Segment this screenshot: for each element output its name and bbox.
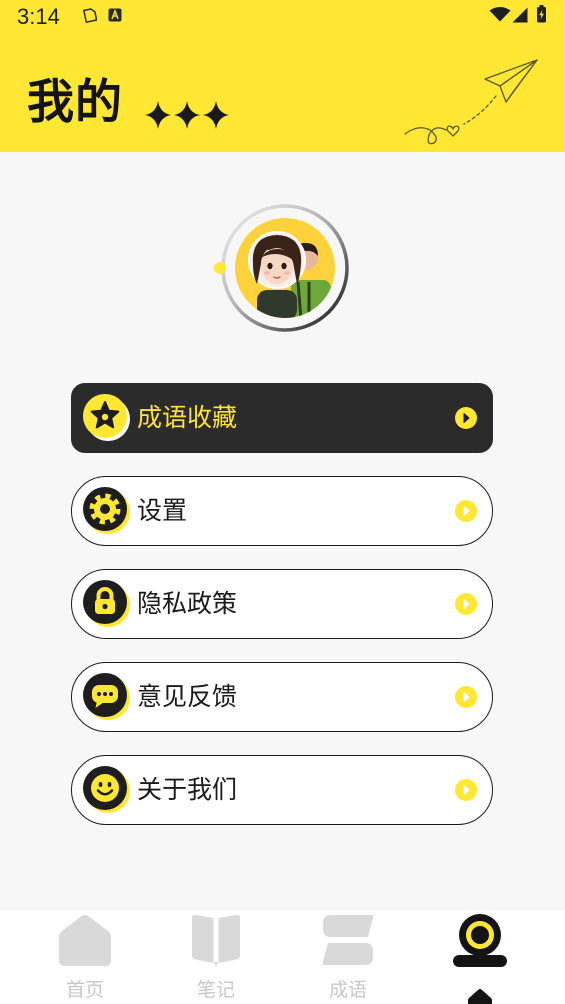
sparkle-icon [203,101,229,129]
menu-item-feedback[interactable]: 意见反馈 [71,662,493,732]
avatar[interactable] [205,198,355,338]
menu-item-label: 成语收藏 [137,403,238,432]
menu-item-label: 隐私政策 [137,589,238,618]
idiom-icon [322,915,374,965]
menu-item-label: 关于我们 [137,775,238,804]
tab-label: 成语 [328,979,367,1001]
signal-icon [512,7,528,23]
active-tab-indicator [468,989,492,1004]
tab-home[interactable]: 首页 [40,910,130,1004]
header: 3:14 我的 [0,0,565,152]
tab-label: 笔记 [196,979,235,1001]
profile-tab-icon [453,914,507,967]
chevron-right-icon [455,686,477,708]
avatar-image [214,204,349,332]
chevron-right-icon [455,593,477,615]
menu-item-favorites[interactable]: 成语收藏 [71,383,493,453]
tab-notes[interactable]: 笔记 [171,910,261,1004]
menu-item-privacy[interactable]: 隐私政策 [71,569,493,639]
lock-icon [83,580,130,627]
home-icon [59,915,111,966]
menu-item-settings[interactable]: 设置 [71,476,493,546]
smile-icon [83,766,130,813]
tab-profile[interactable] [435,910,525,1004]
tab-idioms[interactable]: 成语 [303,910,393,1004]
paper-plane-icon [404,59,538,145]
page-title: 我的 [27,75,123,130]
wifi-icon [489,7,511,22]
star-icon [83,394,130,441]
sparkle-icon [174,101,200,129]
gear-icon [83,487,130,534]
menu-item-about[interactable]: 关于我们 [71,755,493,825]
sim-card-icon [83,8,97,23]
chevron-right-icon [455,407,477,429]
tab-label: 首页 [65,979,104,1001]
chevron-right-icon [455,500,477,522]
keyboard-icon [108,8,122,22]
chat-bubble-icon [83,673,130,720]
status-time: 3:14 [17,4,60,29]
menu-item-label: 意见反馈 [137,682,238,711]
book-icon [192,914,240,966]
bottom-nav: 首页 笔记 成语 [0,910,565,1004]
sparkle-icon [145,101,171,129]
battery-charging-icon [537,5,546,23]
menu-item-label: 设置 [137,496,188,525]
chevron-right-icon [455,779,477,801]
